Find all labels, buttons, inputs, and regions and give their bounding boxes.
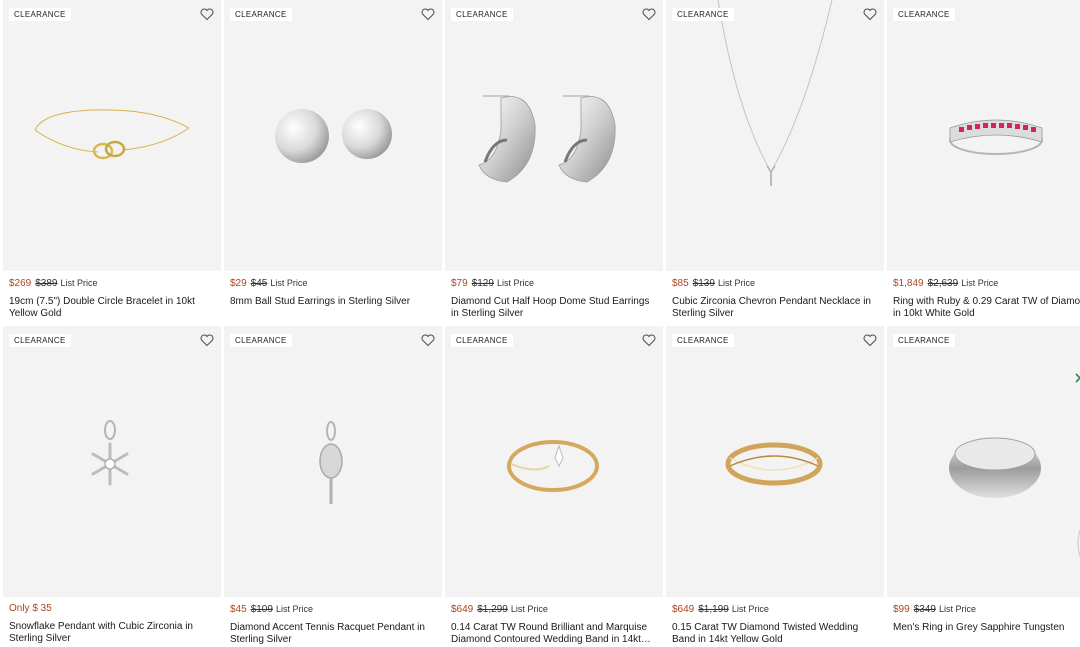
product-image[interactable]: CLEARANCE	[3, 0, 221, 271]
list-price-label: List Price	[510, 604, 548, 614]
product-card[interactable]: CLEARANCE $649 $1,199 List Price 0.15 Cara…	[666, 326, 884, 647]
product-grid: CLEARANCE $269 $389 List Price 19cm (7.5")…	[3, 0, 1080, 647]
edge-tab[interactable]	[1072, 525, 1080, 561]
racquet-pendant-image	[319, 421, 343, 504]
product-name[interactable]: Diamond Accent Tennis Racquet Pendant in…	[230, 622, 436, 645]
product-image[interactable]: CLEARANCE	[666, 0, 884, 271]
product-image[interactable]: CLEARANCE	[666, 326, 884, 597]
clearance-badge: CLEARANCE	[451, 8, 513, 21]
product-image[interactable]: CLEARANCE	[887, 326, 1080, 597]
clearance-badge: CLEARANCE	[230, 8, 292, 21]
product-image[interactable]: CLEARANCE	[445, 326, 663, 597]
product-name[interactable]: 0.14 Carat TW Round Brilliant and Marqui…	[451, 622, 657, 645]
sale-price: $79	[451, 278, 468, 289]
price-line: $85 $139 List Price	[672, 277, 884, 290]
price-line: $649 $1,299 List Price	[451, 603, 663, 616]
sale-price: $649	[672, 604, 695, 615]
list-price-label: List Price	[60, 278, 98, 288]
product-image[interactable]: CLEARANCE	[224, 0, 442, 271]
heart-icon[interactable]	[199, 6, 215, 22]
list-price-label: List Price	[938, 604, 976, 614]
product-name[interactable]: Diamond Cut Half Hoop Dome Stud Earrings…	[451, 296, 657, 319]
price-line: $1,849 $2,639 List Price	[893, 277, 1080, 290]
product-name[interactable]: Snowflake Pendant with Cubic Zirconia in…	[9, 621, 215, 644]
sale-price: $85	[672, 278, 689, 289]
original-price: $389	[35, 278, 58, 289]
heart-icon[interactable]	[862, 6, 878, 22]
price-line: $649 $1,199 List Price	[672, 603, 884, 616]
product-card[interactable]: CLEARANCE $649 $1,299 List Price 0.14 Cara…	[445, 326, 663, 647]
product-image[interactable]: CLEARANCE	[3, 326, 221, 597]
price-line: $79 $129 List Price	[451, 277, 663, 290]
product-card[interactable]: CLEARANCE $45 $109 List Price Diamond Acce…	[224, 326, 442, 647]
clearance-badge: CLEARANCE	[893, 334, 955, 347]
original-price: $139	[692, 278, 715, 289]
list-price-label: List Price	[270, 278, 308, 288]
price-line: $29 $45 List Price	[230, 277, 442, 290]
price-line: $99 $349 List Price	[893, 603, 1080, 616]
sale-price: $1,849	[893, 278, 924, 289]
clearance-badge: CLEARANCE	[672, 334, 734, 347]
product-image[interactable]: CLEARANCE	[224, 326, 442, 597]
clearance-badge: CLEARANCE	[9, 334, 71, 347]
heart-icon[interactable]	[641, 6, 657, 22]
product-card[interactable]: CLEARANCE $269 $389 List Price 19cm (7.5")…	[3, 0, 221, 321]
clearance-badge: CLEARANCE	[672, 8, 734, 21]
chevron-right-icon[interactable]	[1073, 372, 1080, 384]
ruby-ring-image	[949, 119, 1043, 155]
original-price: $109	[250, 604, 273, 615]
heart-icon[interactable]	[862, 332, 878, 348]
sale-price: $269	[9, 278, 32, 289]
product-card[interactable]: CLEARANCE $79 $129 List Price Diamond Cut …	[445, 0, 663, 321]
heart-icon[interactable]	[420, 6, 436, 22]
sale-price: $649	[451, 604, 474, 615]
sale-price: Only $ 35	[9, 603, 52, 614]
list-price-label: List Price	[717, 278, 755, 288]
heart-icon[interactable]	[199, 332, 215, 348]
product-image[interactable]: CLEARANCE	[445, 0, 663, 271]
product-name[interactable]: Cubic Zirconia Chevron Pendant Necklace …	[672, 296, 878, 319]
original-price: $1,199	[698, 604, 729, 615]
product-card[interactable]: CLEARANCE $85 $139 List Price Cubic Zircon…	[666, 0, 884, 321]
hoop-earrings-image	[478, 95, 616, 183]
list-price-label: List Price	[961, 278, 999, 288]
clearance-badge: CLEARANCE	[230, 334, 292, 347]
clearance-badge: CLEARANCE	[893, 8, 955, 21]
product-card[interactable]: CLEARANCE $1,849 $2,639 List Price Ring wi…	[887, 0, 1080, 321]
heart-icon[interactable]	[420, 332, 436, 348]
sale-price: $45	[230, 604, 247, 615]
product-name[interactable]: 0.15 Carat TW Diamond Twisted Wedding Ba…	[672, 622, 878, 645]
clearance-badge: CLEARANCE	[9, 8, 71, 21]
sale-price: $29	[230, 278, 247, 289]
list-price-label: List Price	[275, 604, 313, 614]
product-name[interactable]: 19cm (7.5") Double Circle Bracelet in 10…	[9, 296, 215, 319]
original-price: $2,639	[927, 278, 959, 289]
pendant-necklace-image	[717, 0, 833, 186]
contour-band-image	[507, 440, 599, 492]
sale-price: $99	[893, 604, 910, 615]
product-card[interactable]: CLEARANCE $29 $45 List Price 8mm Ball Stud…	[224, 0, 442, 321]
original-price: $349	[913, 604, 936, 615]
original-price: $129	[471, 278, 494, 289]
product-image[interactable]: CLEARANCE	[887, 0, 1080, 271]
list-price-label: List Price	[496, 278, 534, 288]
product-name[interactable]: Ring with Ruby & 0.29 Carat TW of Diamon…	[893, 296, 1080, 319]
tungsten-ring-image	[949, 437, 1041, 498]
product-name[interactable]: 8mm Ball Stud Earrings in Sterling Silve…	[230, 296, 436, 308]
heart-icon[interactable]	[641, 332, 657, 348]
list-price-label: List Price	[731, 604, 769, 614]
price-line: $45 $109 List Price	[230, 603, 442, 616]
snowflake-pendant-image	[91, 420, 129, 486]
product-name[interactable]: Men's Ring in Grey Sapphire Tungsten	[893, 622, 1080, 634]
product-card[interactable]: CLEARANCE Only $ 35 Snowflake Pendant wi…	[3, 326, 221, 647]
product-card[interactable]: CLEARANCE $99 $349 List Price Men's Ring i…	[887, 326, 1080, 647]
bracelet-image	[34, 109, 190, 160]
price-line: $269 $389 List Price	[9, 277, 221, 290]
original-price: $1,299	[477, 604, 508, 615]
original-price: $45	[250, 278, 268, 289]
ball-stud-earrings-image	[275, 109, 392, 163]
price-line: Only $ 35	[9, 603, 221, 615]
clearance-badge: CLEARANCE	[451, 334, 513, 347]
twisted-band-image	[725, 442, 823, 486]
